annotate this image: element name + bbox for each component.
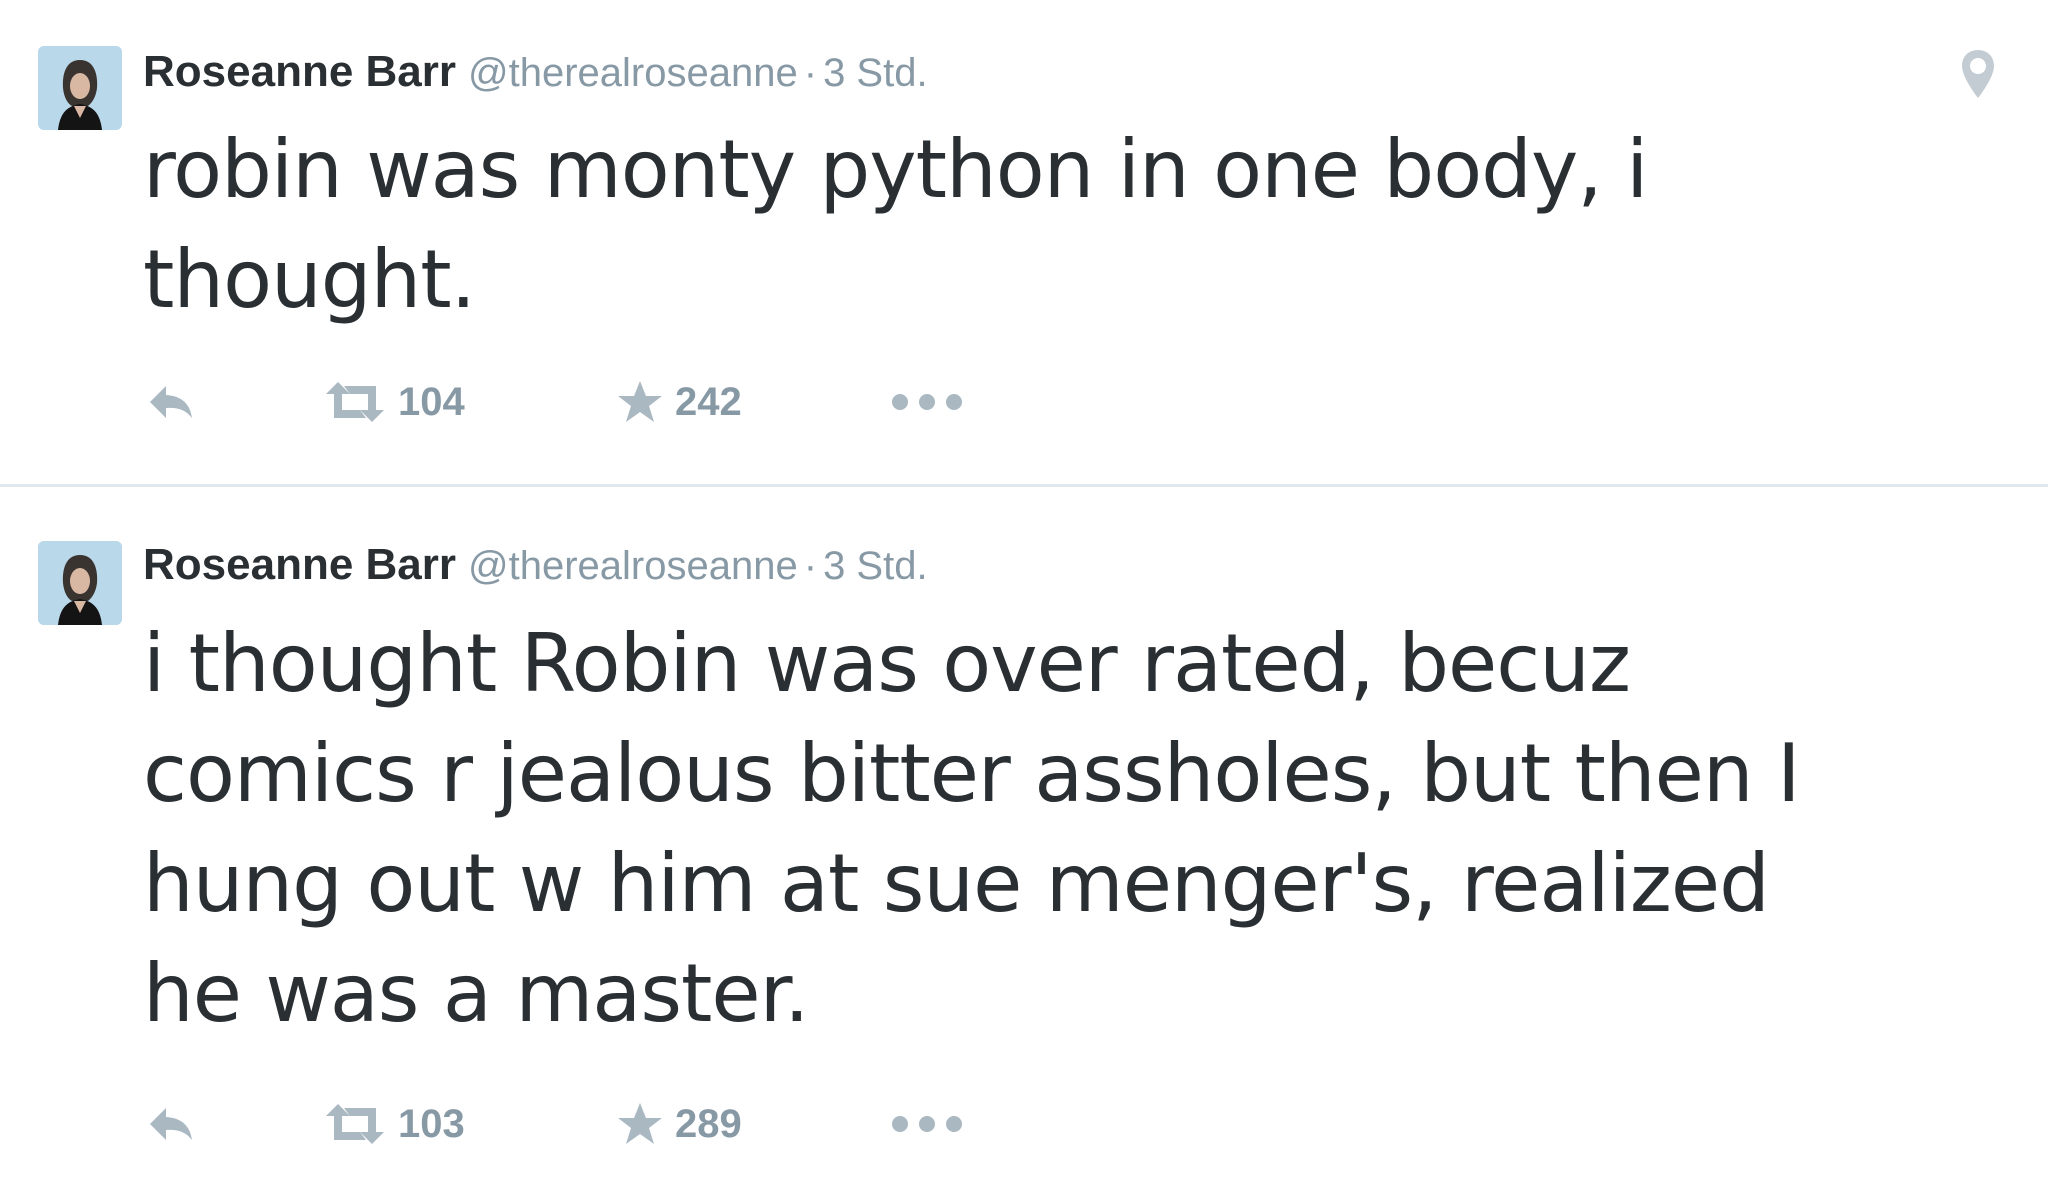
- more-dots-icon: [892, 1116, 962, 1132]
- retweet-icon: [326, 382, 384, 422]
- tweet-text-line: robin was monty python in one body, i: [143, 123, 1648, 216]
- avatar[interactable]: [38, 541, 122, 625]
- retweet-count: 103: [398, 1101, 465, 1146]
- tweet-actions: 103 289: [140, 1094, 1040, 1154]
- avatar-image: [38, 46, 122, 130]
- timestamp[interactable]: 3 Std.: [823, 51, 928, 95]
- tweet-text-line: thought.: [143, 233, 476, 326]
- favorite-button[interactable]: 289: [617, 1094, 742, 1154]
- tweet-text-line: he was a master.: [143, 947, 810, 1040]
- separator: ·: [803, 51, 818, 95]
- tweet-text-line: comics r jealous bitter assholes, but th…: [143, 727, 1801, 820]
- tweet[interactable]: Roseanne Barr @therealroseanne · 3 Std. i t…: [0, 487, 2048, 1203]
- reply-button[interactable]: [146, 1094, 196, 1154]
- favorite-count: 289: [675, 1101, 742, 1146]
- retweet-button[interactable]: 103: [324, 1094, 465, 1154]
- retweet-button[interactable]: 104: [324, 372, 465, 432]
- reply-icon: [150, 1108, 192, 1140]
- retweet-icon: [326, 1104, 384, 1144]
- more-dots-icon: [892, 394, 962, 410]
- star-icon: [618, 1103, 662, 1144]
- star-icon: [618, 381, 662, 422]
- tweet-text-line: i thought Robin was over rated, becuz: [143, 617, 1631, 710]
- tweet-header: Roseanne Barr @therealroseanne · 3 Std.: [143, 543, 928, 587]
- favorite-count: 242: [675, 379, 742, 424]
- author-username[interactable]: @therealroseanne: [468, 51, 798, 95]
- tweet-actions: 104 242: [140, 372, 1040, 432]
- reply-button[interactable]: [146, 372, 196, 432]
- separator: ·: [803, 544, 818, 588]
- location-pin-icon[interactable]: [1960, 48, 1996, 100]
- reply-icon: [150, 386, 192, 418]
- more-button[interactable]: [890, 1094, 964, 1154]
- more-button[interactable]: [890, 372, 964, 432]
- tweet-text: i thought Robin was over rated, becuz com…: [143, 609, 2043, 1049]
- retweet-count: 104: [398, 379, 465, 424]
- author-username[interactable]: @therealroseanne: [468, 544, 798, 588]
- author-fullname[interactable]: Roseanne Barr: [143, 47, 456, 96]
- tweet-text-line: hung out w him at sue menger's, realized: [143, 837, 1770, 930]
- author-fullname[interactable]: Roseanne Barr: [143, 540, 456, 589]
- tweet-text: robin was monty python in one body, i tho…: [143, 115, 1843, 335]
- avatar-image: [38, 541, 122, 625]
- favorite-button[interactable]: 242: [617, 372, 742, 432]
- tweet[interactable]: Roseanne Barr @therealroseanne · 3 Std. rob…: [0, 0, 2048, 485]
- avatar[interactable]: [38, 46, 122, 130]
- tweet-header: Roseanne Barr @therealroseanne · 3 Std.: [143, 50, 928, 94]
- timestamp[interactable]: 3 Std.: [823, 544, 928, 588]
